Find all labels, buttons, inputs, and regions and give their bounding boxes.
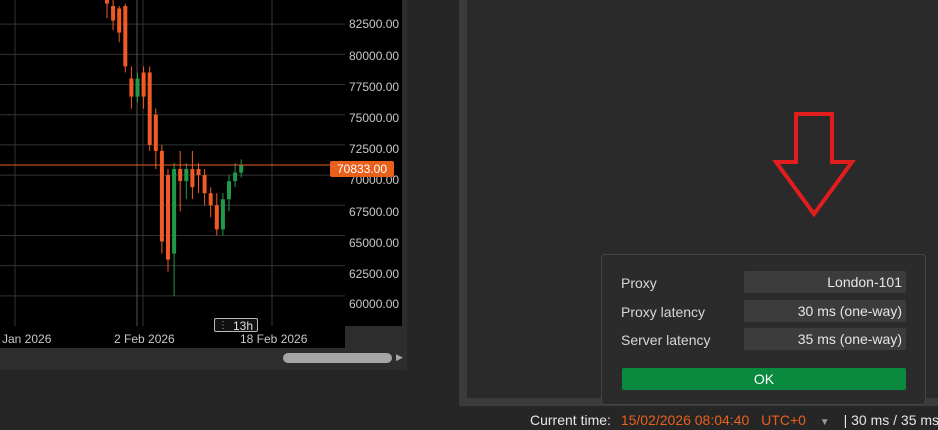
server-latency-row: Server latency 35 ms (one-way) xyxy=(602,328,925,352)
proxy-row: Proxy London-101 xyxy=(602,271,925,295)
price-tick: 62500.00 xyxy=(349,267,400,281)
time-axis: Jan 2026 2 Feb 2026 18 Feb 2026 ⋮ 13h xyxy=(0,318,345,348)
chart-panel: 82500.00 80000.00 77500.00 75000.00 7250… xyxy=(0,0,407,370)
candle-body xyxy=(159,150,164,242)
candle-body xyxy=(190,169,195,188)
status-bar: Current time: 15/02/2026 08:04:40 UTC+0 … xyxy=(530,412,938,430)
scroll-right-icon[interactable]: ▶ xyxy=(396,352,403,363)
grip-icon: ⋮ xyxy=(218,320,228,331)
candlestick-chart xyxy=(0,0,345,326)
current-time-value: 15/02/2026 08:04:40 xyxy=(620,412,750,428)
candle-body xyxy=(166,175,170,260)
crosshair-time-label: ⋮ 13h xyxy=(214,318,258,333)
candle-body xyxy=(147,72,152,145)
current-time-label: Current time: xyxy=(530,412,611,428)
proxy-value: London-101 xyxy=(744,271,906,293)
price-tick: 60000.00 xyxy=(349,297,400,311)
proxy-label: Proxy xyxy=(621,275,657,291)
chevron-down-icon[interactable]: ▼ xyxy=(820,417,830,428)
candle-body xyxy=(239,165,244,173)
candle-body xyxy=(233,172,238,182)
candle-body xyxy=(202,175,207,194)
candle-body xyxy=(105,0,109,4)
connection-info-popup: Proxy London-101 Proxy latency 30 ms (on… xyxy=(601,254,926,405)
horizontal-scrollbar[interactable]: ▶ xyxy=(0,350,407,367)
candle-body xyxy=(214,205,219,230)
current-price-badge: 70833.00 xyxy=(330,161,394,177)
proxy-latency-row: Proxy latency 30 ms (one-way) xyxy=(602,300,925,324)
price-tick: 65000.00 xyxy=(349,236,400,250)
time-tick: 18 Feb 2026 xyxy=(240,332,308,346)
proxy-latency-value: 30 ms (one-way) xyxy=(744,300,906,322)
candle-body xyxy=(196,169,201,176)
candle-body xyxy=(123,6,128,67)
candle-body xyxy=(208,193,213,206)
time-tick: 2 Feb 2026 xyxy=(114,332,175,346)
candle-body xyxy=(178,169,183,182)
price-tick: 67500.00 xyxy=(349,205,400,219)
price-tick: 77500.00 xyxy=(349,80,400,94)
price-tick: 72500.00 xyxy=(349,142,400,156)
ok-button[interactable]: OK xyxy=(622,368,906,390)
crosshair-time-text: 13h xyxy=(232,319,253,333)
candle-body xyxy=(227,181,231,200)
candle-body xyxy=(129,78,134,97)
price-tick: 75000.00 xyxy=(349,111,400,125)
candle-body xyxy=(117,8,122,33)
price-tick: 82500.00 xyxy=(349,17,400,31)
scrollbar-thumb[interactable] xyxy=(283,353,392,363)
time-tick: Jan 2026 xyxy=(2,332,52,346)
candle-body xyxy=(220,199,225,230)
candle-body xyxy=(111,6,116,21)
proxy-latency-label: Proxy latency xyxy=(621,304,706,320)
candle-body xyxy=(172,169,177,254)
chart-plot-area[interactable] xyxy=(0,0,345,326)
latency-indicator[interactable]: | 30 ms / 35 ms xyxy=(844,412,938,428)
timezone-selector[interactable]: UTC+0 xyxy=(761,412,806,428)
price-tick: 80000.00 xyxy=(349,49,400,63)
candle-body xyxy=(153,114,158,151)
candle-body xyxy=(184,169,189,182)
candle-body xyxy=(141,72,146,97)
red-down-arrow-icon xyxy=(772,112,856,218)
candle-body xyxy=(135,78,140,97)
server-latency-value: 35 ms (one-way) xyxy=(744,328,906,350)
server-latency-label: Server latency xyxy=(621,332,711,348)
